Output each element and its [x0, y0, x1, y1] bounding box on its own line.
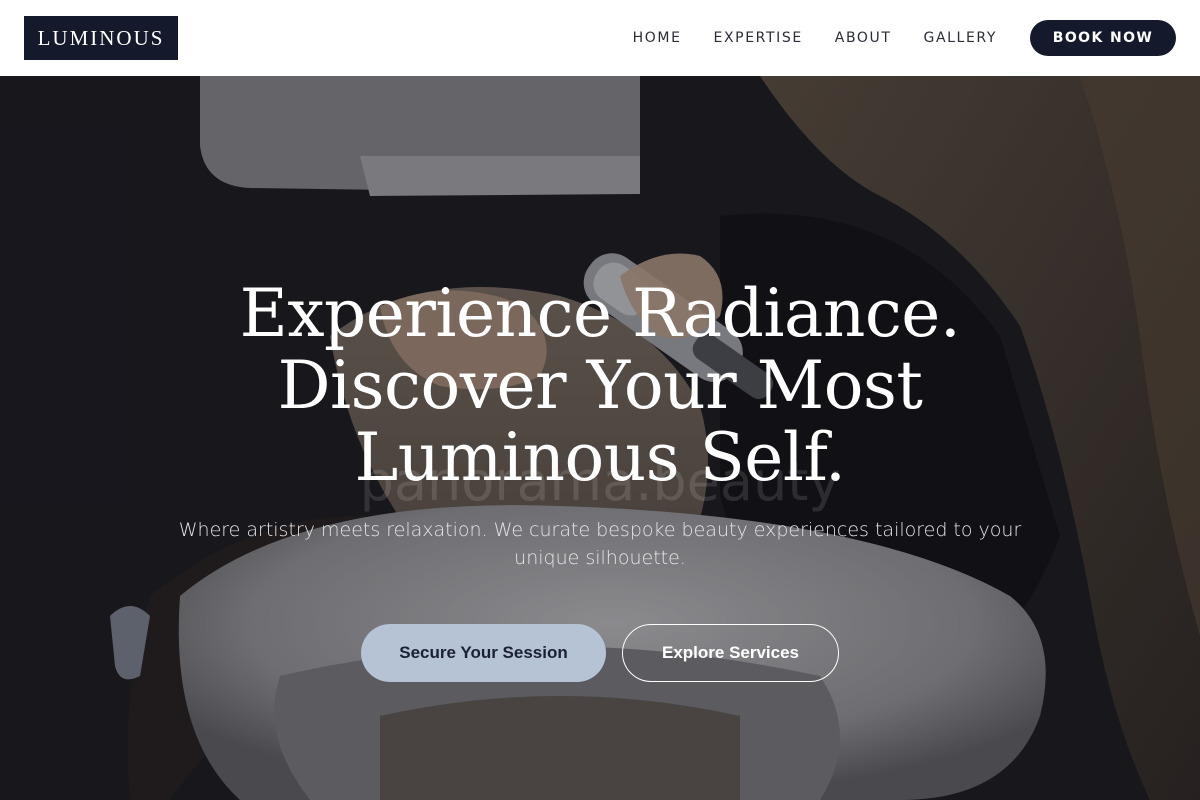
nav-link-about[interactable]: ABOUT — [835, 30, 892, 46]
hero-cta-row: Secure Your Session Explore Services — [361, 624, 839, 682]
hero-content: Experience Radiance. Discover Your Most … — [0, 76, 1200, 800]
brand-logo[interactable]: LUMINOUS — [24, 16, 178, 60]
hero-section: panorama.beauty Experience Radiance. Dis… — [0, 76, 1200, 800]
secure-session-button[interactable]: Secure Your Session — [361, 624, 606, 682]
main-nav: HOME EXPERTISE ABOUT GALLERY BOOK NOW — [601, 20, 1176, 56]
hero-headline: Experience Radiance. Discover Your Most … — [150, 278, 1050, 494]
headline-line-2: Discover Your Most — [277, 347, 923, 424]
site-header: LUMINOUS HOME EXPERTISE ABOUT GALLERY BO… — [0, 0, 1200, 76]
nav-link-expertise[interactable]: EXPERTISE — [714, 30, 803, 46]
nav-link-home[interactable]: HOME — [633, 30, 682, 46]
nav-link-gallery[interactable]: GALLERY — [924, 30, 997, 46]
hero-subtext: Where artistry meets relaxation. We cura… — [178, 519, 1022, 569]
headline-line-3: Luminous Self. — [354, 419, 846, 496]
explore-services-button[interactable]: Explore Services — [622, 624, 839, 682]
headline-line-1: Experience Radiance. — [239, 275, 961, 352]
book-now-button[interactable]: BOOK NOW — [1030, 20, 1176, 56]
